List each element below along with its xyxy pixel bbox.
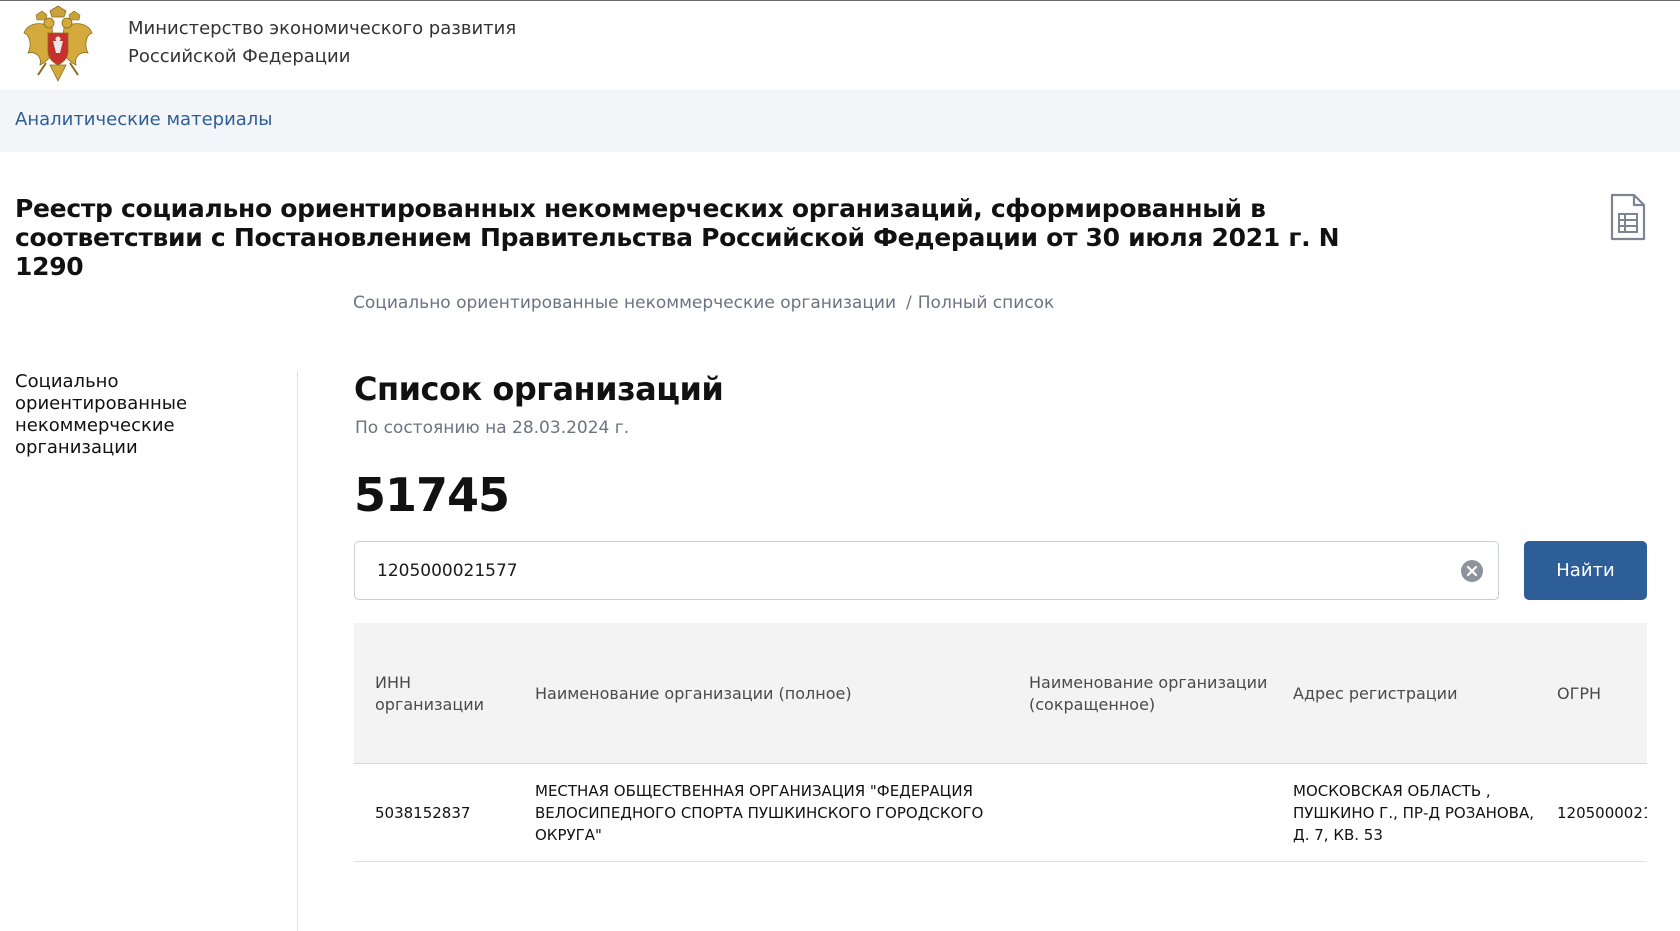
organizations-count: 51745 xyxy=(354,468,510,522)
list-title: Список организаций xyxy=(354,370,724,408)
ministry-name: Министерство экономического развития Рос… xyxy=(128,15,516,71)
document-table-icon[interactable] xyxy=(1610,193,1646,241)
column-header-short-name: Наименование организации (сокращенное) xyxy=(1029,673,1268,714)
cell-ogrn: 1205000021577 xyxy=(1557,804,1647,822)
page-title: Реестр социально ориентированных некомме… xyxy=(15,194,1340,281)
clear-circle-icon[interactable] xyxy=(1460,559,1484,583)
site-header: Министерство экономического развития Рос… xyxy=(0,1,1680,90)
sidebar: Социально ориентированные некоммерческие… xyxy=(15,371,275,459)
breadcrumb-item-full-list[interactable]: Полный список xyxy=(918,293,1055,313)
breadcrumb-item-sono[interactable]: Социально ориентированные некоммерческие… xyxy=(353,293,896,313)
as-of-date: По состоянию на 28.03.2024 г. xyxy=(355,418,630,438)
ministry-name-line1: Министерство экономического развития xyxy=(128,18,517,39)
sidebar-divider xyxy=(297,371,298,931)
search-button[interactable]: Найти xyxy=(1524,541,1647,600)
search-input[interactable] xyxy=(377,542,1427,599)
breadcrumb: Социально ориентированные некоммерческие… xyxy=(353,293,1054,313)
cell-address: МОСКОВСКАЯ ОБЛАСТЬ , ПУШКИНО Г., ПР-Д РО… xyxy=(1293,782,1534,844)
organizations-table: ИНН организации Наименование организации… xyxy=(354,623,1647,863)
main-nav: Аналитические материалы xyxy=(0,90,1680,152)
sidebar-item-sono[interactable]: Социально ориентированные некоммерческие… xyxy=(15,371,215,459)
breadcrumb-separator: / xyxy=(906,293,912,313)
column-header-full-name: Наименование организации (полное) xyxy=(535,684,852,703)
search-box xyxy=(354,541,1499,600)
column-header-inn: ИНН организации xyxy=(375,673,485,714)
table-header: ИНН организации Наименование организации… xyxy=(354,623,1647,764)
cell-full-name: МЕСТНАЯ ОБЩЕСТВЕННАЯ ОРГАНИЗАЦИЯ "ФЕДЕРА… xyxy=(535,782,984,844)
column-header-ogrn: ОГРН xyxy=(1557,684,1602,703)
ministry-name-line2: Российской Федерации xyxy=(128,46,351,67)
cell-inn: 5038152837 xyxy=(375,804,471,822)
nav-link-analytics[interactable]: Аналитические материалы xyxy=(15,109,273,130)
table-row[interactable]: 5038152837 МЕСТНАЯ ОБЩЕСТВЕННАЯ ОРГАНИЗА… xyxy=(354,764,1647,862)
coat-of-arms-icon xyxy=(23,5,93,82)
column-header-address: Адрес регистрации xyxy=(1293,684,1458,703)
